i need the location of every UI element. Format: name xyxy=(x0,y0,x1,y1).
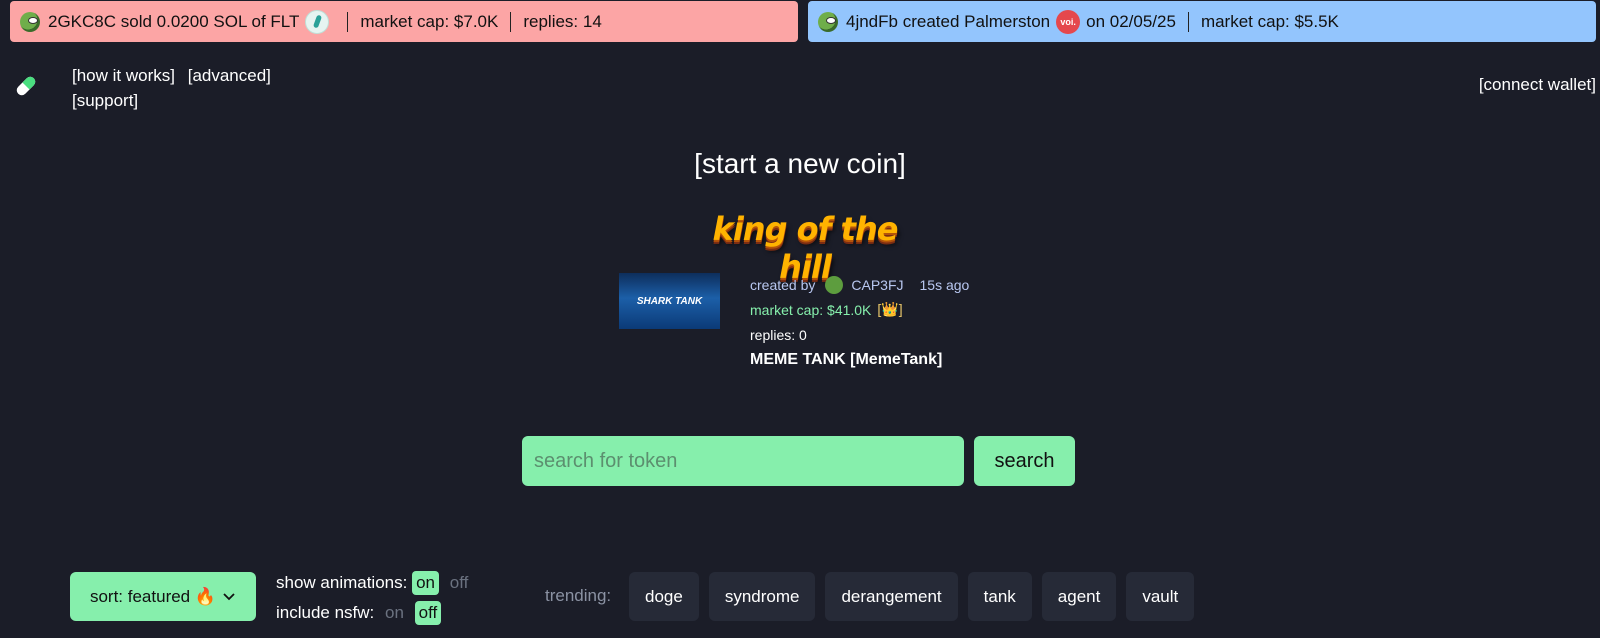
king-of-the-hill-banner: king of the hill xyxy=(712,210,899,286)
trending-tag[interactable]: doge xyxy=(629,572,699,621)
sort-label: sort: featured 🔥 xyxy=(89,586,217,606)
divider xyxy=(1187,11,1189,32)
nsfw-on-toggle[interactable]: on xyxy=(385,603,404,622)
king-market-cap: market cap: $41.0K xyxy=(750,301,872,318)
divider xyxy=(347,11,349,32)
divider xyxy=(510,11,512,32)
activity-ticker-sell[interactable]: 2GKC8C sold 0.0200 SOL of FLT market cap… xyxy=(10,1,798,42)
animations-on-toggle[interactable]: on xyxy=(412,571,439,595)
nsfw-off-toggle[interactable]: off xyxy=(414,601,442,625)
created-by-label: created by xyxy=(750,276,816,293)
trending-label: trending: xyxy=(545,586,612,605)
trending-tag[interactable]: derangement xyxy=(825,572,958,621)
search-input[interactable] xyxy=(522,436,964,486)
crown-icon: [👑] xyxy=(877,301,903,317)
ticker-action: created Palmerston xyxy=(902,11,1051,31)
include-nsfw-label: include nsfw: xyxy=(276,603,375,622)
ticker-market-cap: market cap: $5.5K xyxy=(1200,11,1339,31)
created-age: 15s ago xyxy=(919,276,970,293)
advanced-link[interactable]: [advanced] xyxy=(188,66,271,85)
trending-tag[interactable]: tank xyxy=(967,572,1032,621)
trending-tag[interactable]: vault xyxy=(1126,572,1195,621)
pill-logo-icon[interactable] xyxy=(12,72,40,100)
ticker-user[interactable]: 4jndFb xyxy=(846,12,898,32)
trending-tag[interactable]: syndrome xyxy=(708,572,816,621)
how-it-works-link[interactable]: [how it works] xyxy=(72,66,175,85)
king-replies: replies: 0 xyxy=(750,326,807,343)
ticker-date: on 02/05/25 xyxy=(1086,11,1176,31)
show-animations-label: show animations: xyxy=(276,573,408,592)
trending-tags: doge syndrome derangement tank agent vau… xyxy=(629,572,1195,621)
start-new-coin-link[interactable]: [start a new coin] xyxy=(0,148,1600,180)
display-toggles: show animations: on off include nsfw: on… xyxy=(276,568,468,628)
chevron-down-icon xyxy=(223,592,235,600)
trending-tag[interactable]: agent xyxy=(1041,572,1117,621)
support-link[interactable]: [support] xyxy=(72,91,138,110)
token-icon: voi. xyxy=(1056,9,1081,34)
animations-off-toggle[interactable]: off xyxy=(450,573,469,592)
ticker-action: sold 0.0200 SOL of FLT xyxy=(120,11,300,31)
activity-ticker-create[interactable]: 4jndFb created Palmerston voi. on 02/05/… xyxy=(808,1,1596,42)
king-coin-name: MEME TANK [MemeTank] xyxy=(750,351,943,368)
user-avatar-icon xyxy=(20,11,40,32)
search-button[interactable]: search xyxy=(974,436,1075,486)
user-avatar-icon xyxy=(818,11,838,32)
ticker-replies: replies: 14 xyxy=(523,11,602,31)
token-icon xyxy=(305,9,330,34)
king-coin-card[interactable]: created by CAP3FJ 15s ago market cap: $4… xyxy=(750,272,969,369)
ticker-user[interactable]: 2GKC8C xyxy=(48,12,116,32)
connect-wallet-button[interactable]: [connect wallet] xyxy=(1479,75,1596,95)
ticker-market-cap: market cap: $7.0K xyxy=(360,11,499,31)
king-coin-image[interactable]: SHARK TANK xyxy=(619,273,720,329)
sort-dropdown[interactable]: sort: featured 🔥 xyxy=(70,572,256,621)
header-nav: [how it works] [advanced] [support] xyxy=(72,63,279,113)
creator-name[interactable]: CAP3FJ xyxy=(851,277,903,293)
creator-avatar-icon xyxy=(825,275,844,294)
